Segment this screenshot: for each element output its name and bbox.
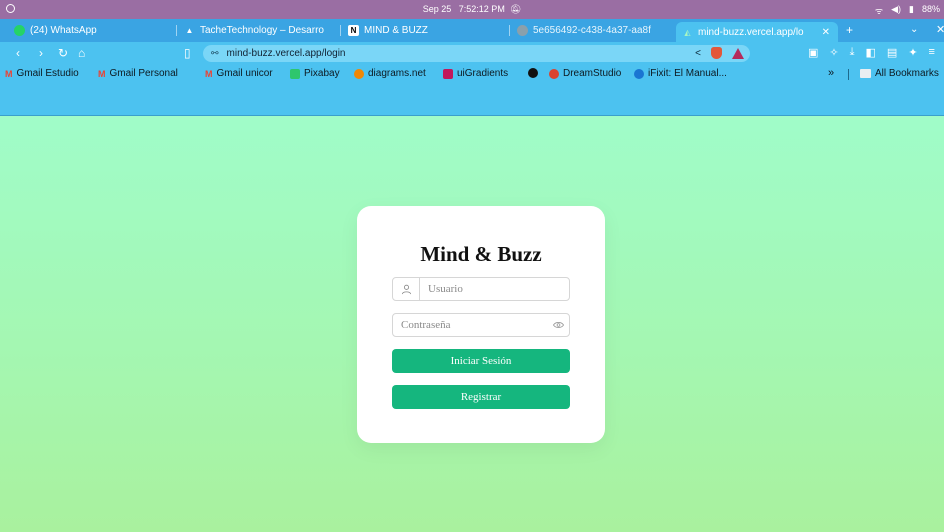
register-button[interactable]: Registrar [392, 385, 570, 409]
username-field[interactable] [392, 277, 570, 301]
extensions-icon[interactable]: ✧ [829, 46, 838, 59]
bookmark-pixabay[interactable]: Pixabay [290, 68, 340, 79]
bookmarks-bar: M Gmail Estudio M Gmail Personal M Gmail… [0, 65, 944, 116]
home-icon[interactable]: ⌂ [78, 46, 85, 60]
download-icon[interactable]: ⤓ [850, 46, 855, 59]
all-bookmarks[interactable]: All Bookmarks [860, 68, 939, 79]
os-top-bar: Sep 25 7:52:12 PM 🔕︎ ᯤ ◀︎) ▮ 88% [0, 0, 944, 19]
page-content: Mind & Buzz Iniciar Sesión Registrar [0, 116, 944, 532]
uigradients-icon [443, 68, 453, 79]
address-bar[interactable]: ⚯ mind-buzz.vercel.app/login < [203, 45, 750, 62]
extensions-row: ▣ ✧ ⤓ ◧ ▤ ✦ ≡ [808, 46, 935, 59]
tab-strip: (24) WhatsApp ▲ TacheTechnology – Desarr… [0, 19, 944, 42]
tab-label: (24) WhatsApp [30, 25, 97, 36]
chevron-down-icon[interactable]: ⌄ [910, 24, 918, 35]
dreamstudio-icon [549, 68, 559, 79]
os-status-area[interactable]: ᯤ ◀︎) ▮ 88% [875, 4, 940, 17]
app-title: Mind & Buzz [420, 242, 542, 266]
os-time: 7:52:12 PM [458, 4, 505, 14]
bookmark-label: All Bookmarks [875, 68, 939, 79]
tab-label: MIND & BUZZ [364, 25, 428, 36]
notion-icon: N [348, 25, 359, 36]
pixabay-icon [290, 68, 300, 79]
os-date: Sep 25 [422, 4, 452, 14]
folder-icon [860, 69, 871, 78]
wifi-icon: ᯤ [874, 6, 884, 16]
login-button[interactable]: Iniciar Sesión [392, 349, 570, 373]
url-text: mind-buzz.vercel.app/login [226, 48, 346, 59]
leo-icon[interactable]: ✦ [908, 46, 917, 59]
back-icon[interactable]: ‹ [16, 46, 20, 60]
tab-mind-buzz[interactable]: N MIND & BUZZ [342, 19, 507, 42]
forward-icon[interactable]: › [39, 46, 43, 60]
bookmark-label: Gmail unicor [216, 68, 273, 79]
bookmark-ifixit[interactable]: iFixit: El Manual... [634, 68, 727, 79]
tache-logo-icon: ▲ [185, 26, 194, 35]
bookmark-label: diagrams.net [368, 68, 426, 79]
share-icon[interactable]: < [695, 48, 701, 59]
tab-mind-buzz-login[interactable]: ◭ mind-buzz.vercel.app/lo ✕ [676, 22, 838, 42]
bookmark-icon[interactable]: ▯ [184, 46, 191, 60]
tab-label: mind-buzz.vercel.app/lo [698, 26, 804, 38]
bookmark-dreamstudio[interactable]: DreamStudio [549, 68, 621, 79]
bookmark-github[interactable] [528, 68, 538, 78]
diagrams-icon [354, 68, 364, 79]
bookmark-label: Gmail Personal [109, 68, 178, 79]
battery-level: 88% [921, 4, 940, 14]
tab-label: TacheTechnology – Desarro [200, 25, 324, 36]
gmail-icon: M [205, 68, 213, 79]
navigation-bar: ‹ › ↻ ⌂ ▯ ⚯ mind-buzz.vercel.app/login <… [0, 42, 944, 65]
new-tab-icon[interactable]: + [846, 23, 853, 37]
os-clock[interactable]: Sep 25 7:52:12 PM 🔕︎ [0, 4, 944, 15]
volume-icon: ◀︎) [891, 4, 902, 14]
more-bookmarks-icon[interactable]: » [828, 67, 834, 79]
login-card: Mind & Buzz Iniciar Sesión Registrar [357, 206, 605, 443]
bitwarden-icon[interactable]: ▣ [808, 46, 818, 59]
bookmark-label: Gmail Estudio [16, 68, 79, 79]
bookmark-label: iFixit: El Manual... [648, 68, 727, 79]
menu-icon[interactable]: ≡ [929, 46, 935, 59]
brave-shield-icon[interactable] [711, 47, 722, 59]
close-icon[interactable]: ✕ [822, 27, 838, 38]
bookmark-diagrams[interactable]: diagrams.net [354, 68, 426, 79]
bookmark-gmail-unicor[interactable]: M Gmail unicor [205, 68, 273, 79]
globe-icon [517, 25, 528, 36]
bookmark-label: DreamStudio [563, 68, 622, 79]
bookmark-gmail-estudio[interactable]: M Gmail Estudio [5, 68, 79, 79]
window-close-icon[interactable]: ✕ [936, 23, 944, 36]
gmail-icon: M [98, 68, 106, 79]
sidebar-icon[interactable]: ◧ [866, 46, 876, 59]
github-icon [528, 68, 538, 78]
user-icon [393, 278, 420, 300]
bookmark-uigradients[interactable]: uiGradients [443, 68, 508, 79]
vercel-icon: ◭ [684, 27, 691, 37]
whatsapp-icon [14, 25, 25, 36]
site-settings-icon[interactable]: ⚯ [211, 48, 219, 59]
bell-off-icon: 🔕︎ [509, 4, 522, 14]
tab-tachetechnology[interactable]: ▲ TacheTechnology – Desarro [178, 19, 338, 42]
gmail-icon: M [5, 68, 13, 79]
brave-rewards-icon[interactable] [732, 47, 744, 59]
bookmark-label: Pixabay [304, 68, 340, 79]
username-input[interactable] [420, 278, 569, 300]
password-input[interactable] [393, 314, 547, 336]
ifixit-icon [634, 68, 644, 79]
tab-label: 5e656492-c438-4a37-aa8f [533, 25, 651, 36]
wallet-icon[interactable]: ▤ [887, 46, 897, 59]
eye-icon[interactable] [547, 321, 569, 329]
reload-icon[interactable]: ↻ [58, 46, 68, 60]
battery-icon: ▮ [909, 4, 914, 14]
password-field[interactable] [392, 313, 570, 337]
tab-whatsapp[interactable]: (24) WhatsApp [8, 19, 176, 42]
bookmark-gmail-personal[interactable]: M Gmail Personal [98, 68, 178, 79]
tab-uuid[interactable]: 5e656492-c438-4a37-aa8f [511, 19, 673, 42]
bookmark-label: uiGradients [457, 68, 509, 79]
